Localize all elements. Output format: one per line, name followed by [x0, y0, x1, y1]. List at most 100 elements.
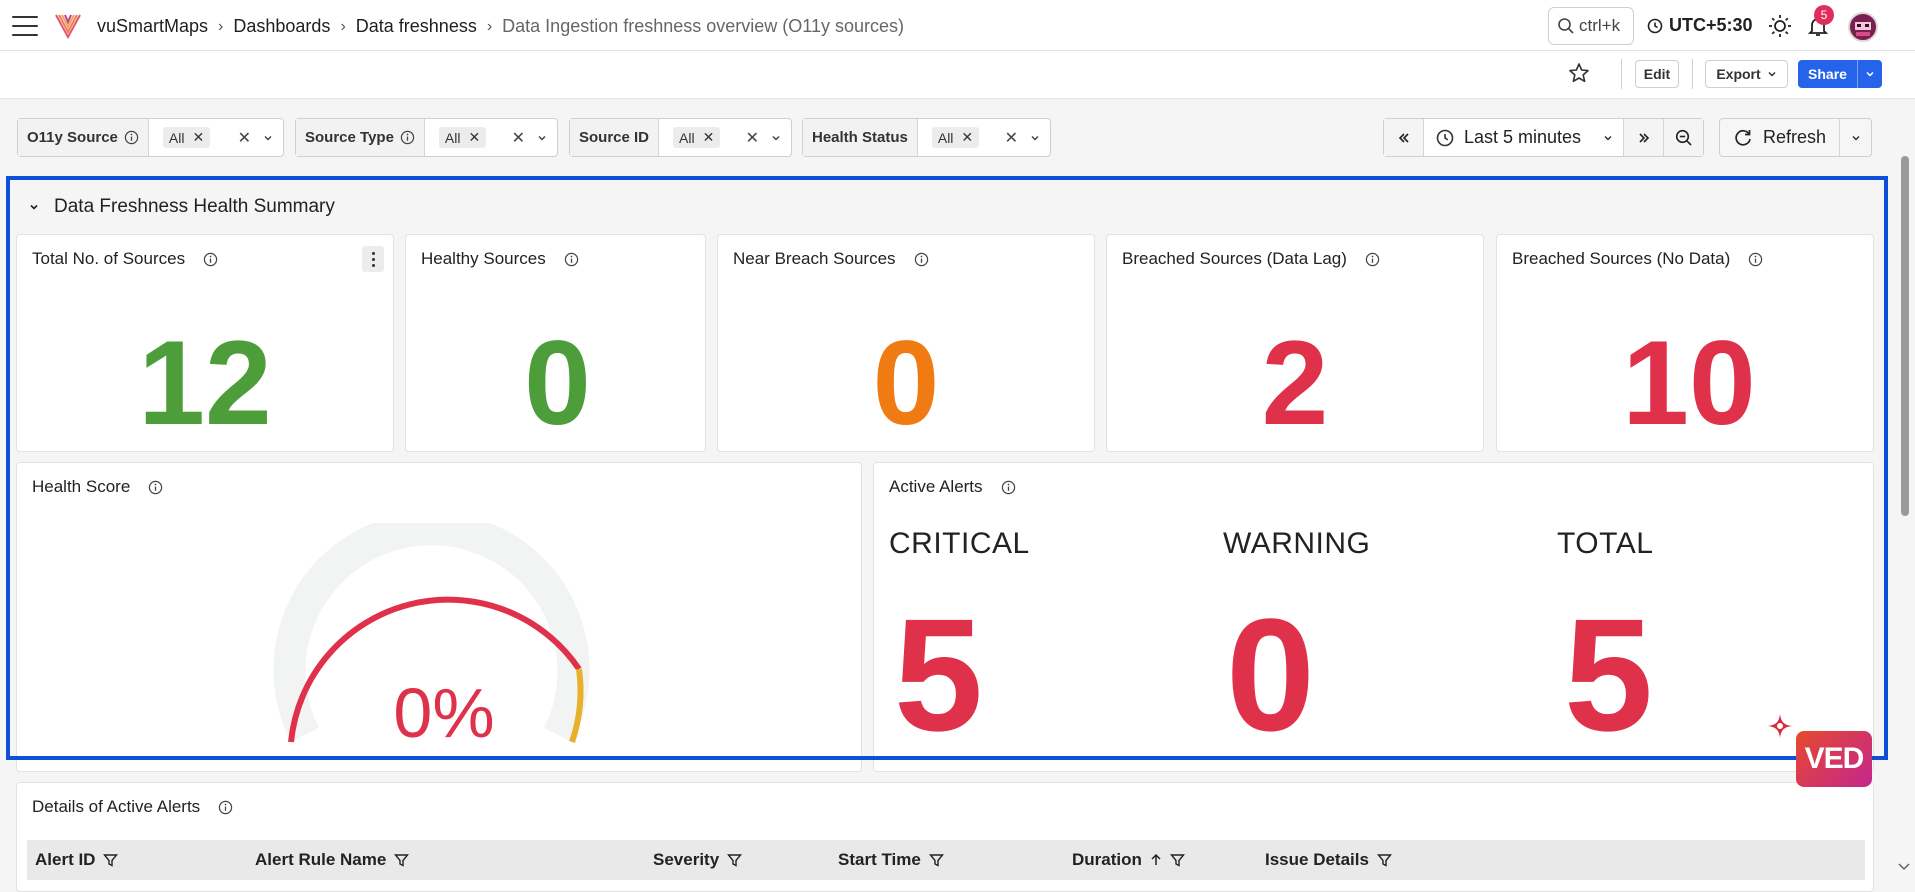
favorite-star-icon[interactable] — [1568, 62, 1590, 84]
sparkle-icon — [1768, 714, 1792, 738]
info-icon[interactable] — [1365, 252, 1380, 267]
clock-icon — [1647, 18, 1663, 33]
panel-title-text: Total No. of Sources — [32, 249, 186, 268]
column-label: Alert Rule Name — [255, 850, 387, 869]
scroll-down-arrow-icon[interactable] — [1897, 862, 1911, 872]
timezone-selector[interactable]: UTC+5:30 — [1647, 15, 1753, 36]
stat-panel-breached-data-lag: Breached Sources (Data Lag) 2 — [1106, 234, 1484, 452]
refresh-icon — [1735, 129, 1751, 146]
filter-funnel-icon[interactable] — [1376, 853, 1392, 868]
remove-chip-icon[interactable]: ✕ — [961, 129, 973, 146]
sort-ascending-icon[interactable] — [1150, 853, 1162, 867]
ved-assistant-label: VED — [1804, 742, 1865, 775]
filter-value-chip[interactable]: All ✕ — [673, 127, 721, 148]
filter-label: Source Type — [296, 119, 425, 156]
timezone-label: UTC+5:30 — [1669, 15, 1753, 35]
share-button[interactable]: Share — [1798, 60, 1882, 88]
remove-chip-icon[interactable]: ✕ — [192, 129, 204, 146]
column-label: Duration — [1072, 850, 1142, 869]
search-button[interactable]: ctrl+k — [1548, 7, 1634, 45]
clear-filter-icon[interactable]: ✕ — [238, 128, 251, 148]
section-header[interactable]: Data Freshness Health Summary — [28, 196, 335, 218]
search-shortcut-label: ctrl+k — [1579, 16, 1621, 35]
filter-health-status[interactable]: Health Status All ✕ ✕ — [802, 118, 1051, 157]
column-label: Start Time — [838, 850, 921, 869]
info-icon[interactable] — [914, 252, 929, 267]
info-icon[interactable] — [124, 130, 139, 145]
info-icon[interactable] — [1748, 252, 1763, 267]
filter-value: All — [679, 129, 695, 146]
edit-button-label: Edit — [1643, 66, 1671, 82]
column-label: Alert ID — [35, 850, 96, 869]
user-avatar[interactable] — [1848, 12, 1878, 42]
collapse-chevron-icon[interactable] — [28, 201, 40, 213]
toolbar-divider — [1692, 59, 1693, 89]
chevron-down-icon — [1851, 135, 1860, 141]
filter-o11y-source[interactable]: O11y Source All ✕ ✕ — [17, 118, 284, 157]
filter-label-text: Health Status — [812, 129, 908, 146]
column-header-issue-details[interactable]: Issue Details — [1265, 850, 1392, 870]
refresh-interval-dropdown[interactable] — [1840, 119, 1871, 156]
panel-title: Breached Sources (No Data) — [1512, 249, 1763, 269]
page-scrollbar[interactable] — [1898, 152, 1910, 880]
panel-title-text: Near Breach Sources — [733, 249, 896, 268]
filter-value: All — [937, 129, 954, 146]
section-title: Data Freshness Health Summary — [54, 196, 335, 217]
filter-funnel-icon[interactable] — [1169, 853, 1185, 868]
breadcrumb-app[interactable]: vuSmartMaps — [97, 16, 208, 37]
panel-menu-icon[interactable] — [362, 246, 384, 272]
column-header-alert-rule-name[interactable]: Alert Rule Name — [255, 850, 410, 870]
clear-filter-icon[interactable]: ✕ — [1005, 128, 1018, 148]
time-shift-forward-button[interactable] — [1624, 119, 1664, 156]
chevron-down-icon[interactable] — [1030, 133, 1040, 143]
breadcrumb-data-freshness[interactable]: Data freshness — [356, 16, 477, 37]
chevron-down-icon[interactable] — [537, 133, 547, 143]
info-icon[interactable] — [400, 130, 415, 145]
chevron-down-icon[interactable] — [263, 133, 273, 143]
time-range-selector[interactable]: Last 5 minutes — [1424, 119, 1624, 156]
theme-toggle-sun-icon[interactable] — [1768, 14, 1792, 38]
ved-assistant-button[interactable]: VED — [1796, 731, 1872, 787]
search-icon — [1558, 18, 1574, 34]
remove-chip-icon[interactable]: ✕ — [468, 129, 480, 146]
stat-panel-near-breach-sources: Near Breach Sources 0 — [717, 234, 1095, 452]
column-header-start-time[interactable]: Start Time — [838, 850, 944, 870]
remove-chip-icon[interactable]: ✕ — [703, 129, 715, 146]
scrollbar-thumb[interactable] — [1901, 156, 1909, 516]
filter-value-chip[interactable]: All ✕ — [162, 127, 211, 148]
panel-title: Healthy Sources — [421, 249, 579, 269]
refresh-button[interactable]: Refresh — [1720, 119, 1840, 156]
time-range-picker: Last 5 minutes — [1383, 118, 1704, 157]
filter-funnel-icon[interactable] — [928, 853, 944, 868]
edit-button[interactable]: Edit — [1635, 60, 1679, 88]
time-shift-back-button[interactable] — [1384, 119, 1424, 156]
info-icon[interactable] — [218, 800, 233, 815]
info-icon[interactable] — [148, 480, 163, 495]
filter-source-id[interactable]: Source ID All ✕ ✕ — [569, 118, 792, 157]
filter-funnel-icon[interactable] — [103, 853, 119, 868]
hamburger-menu-icon[interactable] — [12, 16, 38, 36]
column-header-alert-id[interactable]: Alert ID — [35, 850, 119, 870]
filter-source-type[interactable]: Source Type All ✕ ✕ — [295, 118, 558, 157]
export-button[interactable]: Export — [1705, 60, 1788, 88]
column-header-severity[interactable]: Severity — [653, 850, 743, 870]
stat-value: 2 — [1261, 316, 1329, 450]
clear-filter-icon[interactable]: ✕ — [746, 128, 759, 148]
info-icon[interactable] — [1001, 480, 1016, 495]
info-icon[interactable] — [203, 252, 218, 267]
column-header-duration[interactable]: Duration — [1072, 850, 1185, 870]
clear-filter-icon[interactable]: ✕ — [512, 128, 525, 148]
panel-title-text: Health Score — [32, 477, 131, 496]
filter-value-chip[interactable]: All ✕ — [931, 127, 980, 148]
vusmartmaps-logo-icon[interactable] — [54, 11, 82, 41]
zoom-out-button[interactable] — [1664, 119, 1703, 156]
breadcrumb-dashboards[interactable]: Dashboards — [233, 16, 330, 37]
active-alerts-panel: Active Alerts CRITICAL WARNING TOTAL 5 0… — [873, 462, 1874, 772]
alert-total-label: TOTAL — [1557, 527, 1654, 560]
filter-funnel-icon[interactable] — [394, 853, 410, 868]
chevron-down-icon[interactable] — [771, 133, 781, 143]
filter-funnel-icon[interactable] — [727, 853, 743, 868]
info-icon[interactable] — [564, 252, 579, 267]
share-options-dropdown[interactable] — [1857, 60, 1882, 88]
filter-value-chip[interactable]: All ✕ — [438, 127, 487, 148]
